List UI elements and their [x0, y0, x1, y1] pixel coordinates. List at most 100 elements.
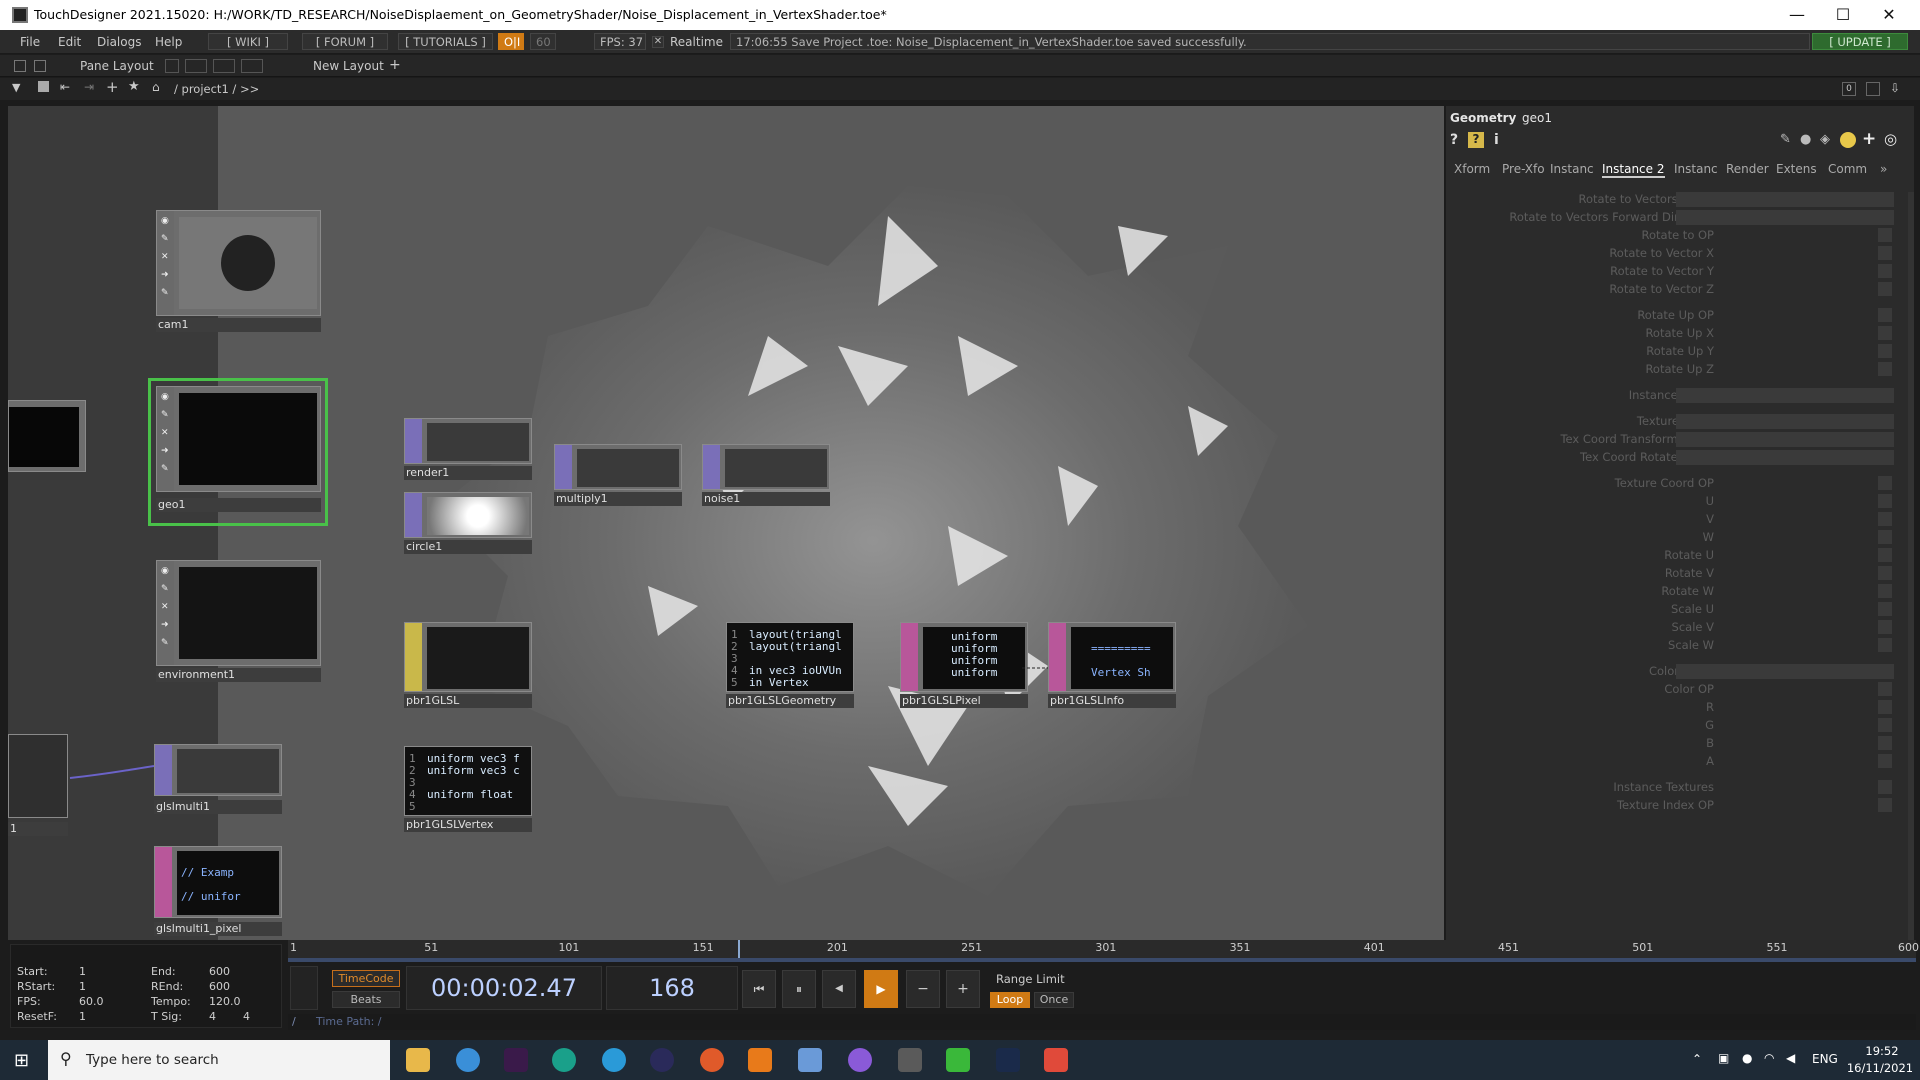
param-menu[interactable]	[1676, 450, 1894, 465]
lock-icon[interactable]: ✎	[161, 289, 170, 298]
node-label[interactable]: geo1	[156, 498, 321, 512]
app-blue-icon[interactable]	[798, 1048, 822, 1072]
rstart-value[interactable]: 1	[79, 980, 86, 993]
end-value[interactable]: 600	[209, 965, 230, 978]
app-orange-icon[interactable]	[700, 1048, 724, 1072]
viewer-icon[interactable]: ◉	[161, 217, 170, 226]
pane-maximize-icon[interactable]	[1866, 82, 1880, 96]
perform-mode-button[interactable]: O|I	[498, 33, 524, 50]
add-parameter-icon[interactable]: +	[1862, 129, 1876, 149]
node-multiply1[interactable]: multiply1	[554, 444, 684, 508]
edit-pen-icon[interactable]: ✎	[1780, 132, 1791, 147]
app-info-icon[interactable]	[650, 1048, 674, 1072]
node-left-partial-2[interactable]: 1	[8, 734, 70, 844]
node-label[interactable]: pbr1GLSLPixel	[900, 694, 1028, 708]
arrow-icon[interactable]: ➜	[161, 271, 170, 280]
windows-start-icon[interactable]: ⊞	[14, 1050, 29, 1071]
new-layout-label[interactable]: New Layout	[313, 59, 384, 73]
node-label[interactable]: multiply1	[554, 492, 682, 506]
tempo-value[interactable]: 120.0	[209, 995, 241, 1008]
taskbar-search-box[interactable]: ⚲ Type here to search	[48, 1040, 390, 1080]
param-op-picker-icon[interactable]	[1878, 308, 1892, 322]
param-value-field[interactable]	[1878, 264, 1892, 278]
tab-instance-2[interactable]: Instance 2	[1602, 162, 1665, 178]
target-icon[interactable]: ◎	[1884, 130, 1897, 148]
node-pbr1glslpixel[interactable]: uniform uniform uniform uniform pbr1GLSL…	[900, 622, 1030, 708]
node-render1[interactable]: render1	[404, 418, 534, 482]
chrome-icon[interactable]	[456, 1048, 480, 1072]
edit-icon[interactable]: ✎	[161, 411, 170, 420]
app-teal-icon[interactable]	[552, 1048, 576, 1072]
forum-button[interactable]: [ FORUM ]	[302, 33, 388, 50]
timecode-display[interactable]: 00:00:02.47	[406, 966, 602, 1010]
step-back-button[interactable]: −	[906, 970, 940, 1008]
menu-help[interactable]: Help	[155, 35, 182, 49]
param-value-field[interactable]	[1878, 718, 1892, 732]
photoshop-icon[interactable]	[996, 1048, 1020, 1072]
tab-render[interactable]: Render	[1726, 162, 1769, 176]
bypass-x-icon[interactable]: ✕	[161, 429, 170, 438]
back-icon[interactable]: ⇤	[60, 80, 70, 94]
tab-xform[interactable]: Xform	[1454, 162, 1490, 176]
tray-date[interactable]: 16/11/2021	[1842, 1061, 1918, 1075]
tab-common[interactable]: Comm	[1828, 162, 1867, 176]
start-value[interactable]: 1	[79, 965, 86, 978]
tabs-more-icon[interactable]: »	[1880, 162, 1887, 176]
param-op-picker-icon[interactable]	[1878, 228, 1892, 242]
timeline-ruler[interactable]: 1 51 101 151 201 251 301 351 401 451 501 551 600	[288, 940, 1919, 958]
node-label[interactable]: 1	[8, 822, 68, 836]
realtime-checkbox[interactable]: ✕	[652, 36, 664, 48]
menu-edit[interactable]: Edit	[58, 35, 81, 49]
timeline-options-button[interactable]	[290, 966, 318, 1010]
param-value-field[interactable]	[1878, 584, 1892, 598]
param-menu[interactable]	[1676, 210, 1894, 225]
tray-volume-icon[interactable]: ◀	[1786, 1051, 1795, 1065]
help-icon[interactable]: ?	[1450, 132, 1458, 148]
node-label[interactable]: render1	[404, 466, 532, 480]
param-value-field[interactable]	[1878, 344, 1892, 358]
param-op-name[interactable]: geo1	[1522, 111, 1552, 125]
playhead-marker[interactable]	[738, 940, 741, 958]
param-value-field[interactable]	[1878, 282, 1892, 296]
param-menu[interactable]	[1676, 432, 1894, 447]
param-menu[interactable]	[1676, 414, 1894, 429]
layout-single-icon[interactable]	[165, 59, 179, 73]
add-icon[interactable]: +	[106, 78, 119, 96]
bookmark-star-icon[interactable]: ★	[128, 79, 140, 94]
fps-value[interactable]: 60.0	[79, 995, 104, 1008]
wiki-button[interactable]: [ WIKI ]	[208, 33, 288, 50]
param-value-field[interactable]	[1878, 620, 1892, 634]
app-green-icon[interactable]	[946, 1048, 970, 1072]
lock-icon[interactable]: ✎	[161, 639, 170, 648]
home-icon[interactable]: ⌂	[152, 80, 160, 94]
param-value-field[interactable]	[1878, 638, 1892, 652]
node-label[interactable]: circle1	[404, 540, 532, 554]
tab-instance[interactable]: Instanc	[1550, 162, 1594, 176]
param-value-field[interactable]	[1878, 512, 1892, 526]
param-value-field[interactable]	[1878, 780, 1892, 794]
tutorials-button[interactable]: [ TUTORIALS ]	[398, 33, 493, 50]
resetf-value[interactable]: 1	[79, 1010, 86, 1023]
param-menu[interactable]	[1676, 388, 1894, 403]
rewind-button[interactable]: ⏮	[742, 970, 776, 1008]
python-help-icon[interactable]: ?	[1468, 132, 1484, 148]
pane-zero-icon[interactable]: 0	[1842, 82, 1856, 96]
forward-icon[interactable]: ⇥	[84, 80, 94, 94]
tray-network-icon[interactable]: ▣	[1718, 1051, 1729, 1065]
param-value-field[interactable]	[1878, 494, 1892, 508]
param-menu[interactable]	[1676, 664, 1894, 679]
param-op-picker-icon[interactable]	[1878, 476, 1892, 490]
telegram-icon[interactable]	[602, 1048, 626, 1072]
comment-icon[interactable]: ●	[1800, 132, 1811, 147]
node-geo1[interactable]: ◉ ✎ ✕ ➜ ✎ geo1	[148, 378, 328, 526]
tab-pre-xform[interactable]: Pre-Xfo	[1502, 162, 1545, 176]
node-label[interactable]: environment1	[156, 668, 321, 682]
viewer-icon[interactable]: ◉	[161, 393, 170, 402]
vlc-icon[interactable]	[748, 1048, 772, 1072]
arrow-icon[interactable]: ➜	[161, 621, 170, 630]
tray-language[interactable]: ENG	[1812, 1052, 1838, 1066]
param-op-picker-icon[interactable]	[1878, 798, 1892, 812]
timecode-toggle[interactable]: TimeCode	[332, 970, 400, 987]
tray-time[interactable]: 19:52	[1852, 1044, 1912, 1058]
viewer-icon[interactable]: ◉	[161, 567, 170, 576]
